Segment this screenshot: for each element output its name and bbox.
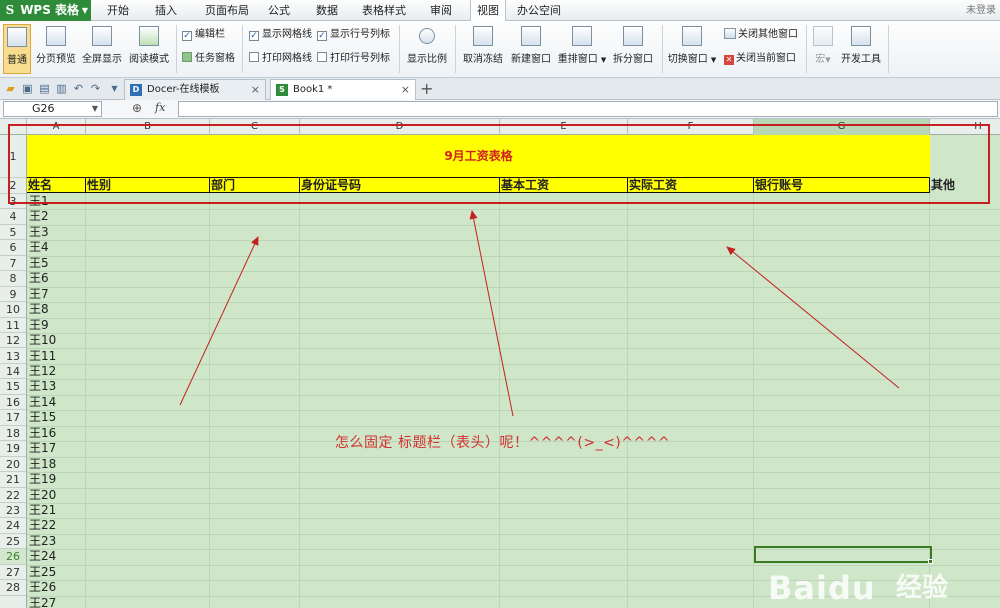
watermark-text: Baidu [768, 569, 876, 607]
annotation-arrows [179, 210, 900, 417]
arrow-middle [469, 210, 514, 417]
arrow-right [726, 246, 900, 389]
watermark-cn: 经验 [896, 573, 949, 603]
arrow-left [179, 236, 259, 406]
annotation-text: 怎么固定 标题栏（表头）呢！^^^^(>_<)^^^^ [335, 435, 671, 451]
baidu-watermark: Baidu 经验 [768, 568, 998, 608]
